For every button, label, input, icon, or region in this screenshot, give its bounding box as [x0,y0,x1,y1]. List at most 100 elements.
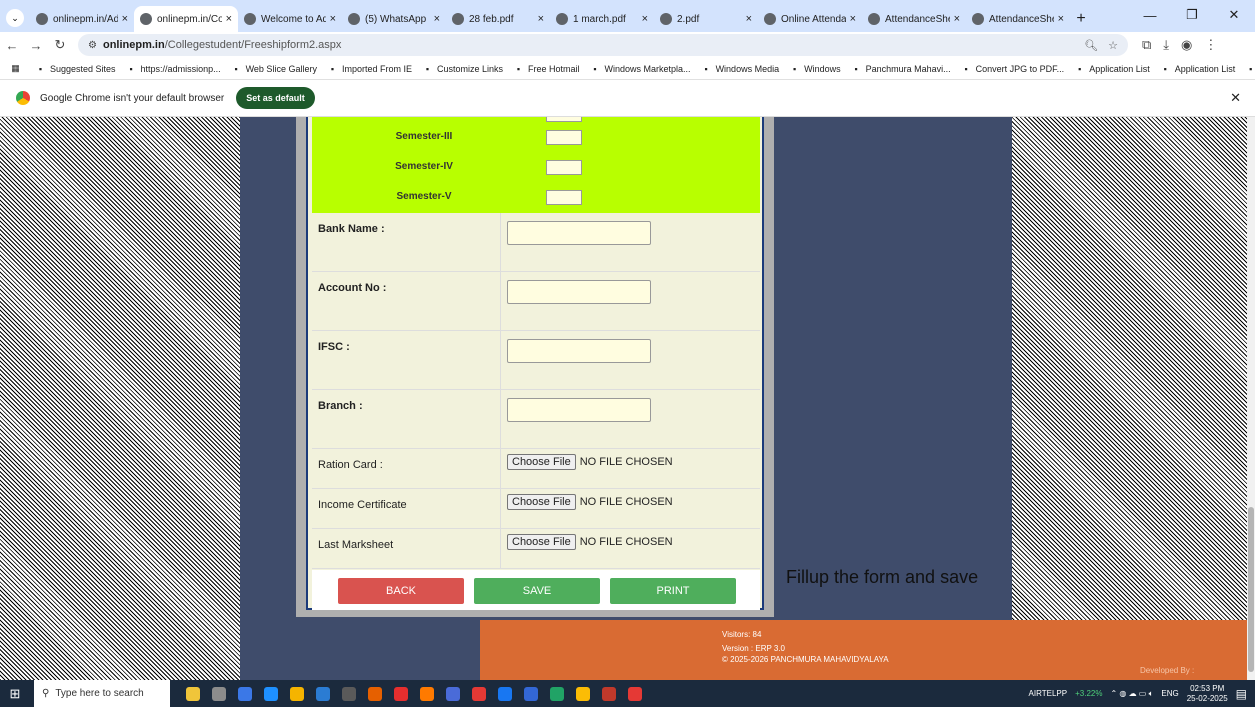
taskbar-app-icon[interactable] [388,680,414,707]
extensions-icon[interactable]: ⧉ [1142,37,1151,53]
windows-start-icon[interactable]: ⊞ [0,680,30,707]
reload-icon[interactable]: ↻ [48,37,72,53]
window-controls: — ❐ ✕ [1129,0,1255,30]
tab-close-icon[interactable]: × [226,13,232,25]
taskbar-app-icon[interactable] [596,680,622,707]
semester-input[interactable] [546,190,582,205]
vertical-scrollbar[interactable] [1247,117,1255,680]
text-input[interactable] [507,339,651,363]
form-row: Account No : [312,272,760,331]
downloads-icon[interactable]: ⤓ [1163,37,1169,53]
taskbar-app-icon[interactable] [362,680,388,707]
bookmark-item[interactable]: ▪ Free Hotmail [513,63,580,74]
tab-favicon-icon [36,13,48,25]
tab-search-icon[interactable]: ⌄ [6,9,24,27]
bookmark-item[interactable]: ▪ Panchmura Mahavi... [851,63,951,74]
back-arrow-icon[interactable]: ← [0,38,24,53]
browser-tab[interactable]: (5) WhatsApp × [342,6,446,32]
minimize-icon[interactable]: — [1129,0,1171,30]
tray-icons[interactable]: ⌃ ◍ ☁ ▭ 🔈︎ [1110,689,1153,699]
taskbar-app-icon[interactable] [440,680,466,707]
zoom-icon[interactable]: 🔍︎ [1084,39,1098,52]
tab-close-icon[interactable]: × [538,13,544,25]
taskbar-app-icon[interactable] [544,680,570,707]
text-input[interactable] [507,280,651,304]
browser-tab[interactable]: 1 march.pdf × [550,6,654,32]
profile-icon[interactable]: ◉ [1181,37,1192,53]
text-input[interactable] [507,221,651,245]
browser-tab[interactable]: AttendanceSheet× [966,6,1070,32]
tab-close-icon[interactable]: × [954,13,960,25]
bookmark-item[interactable]: ▪ Convert JPG to PDF... [961,63,1065,74]
restore-icon[interactable]: ❐ [1171,0,1213,30]
taskbar-app-icon[interactable] [206,680,232,707]
text-input[interactable] [507,398,651,422]
menu-icon[interactable]: ⋮ [1204,37,1217,53]
bookmark-item[interactable]: ▪ Windows [789,63,841,74]
taskbar-search-input[interactable]: ⚲ Type here to search [34,680,170,707]
bookmark-item[interactable]: ▪ Suggested Sites [35,63,116,74]
semester-input[interactable] [546,160,582,175]
tab-close-icon[interactable]: × [1058,13,1064,25]
bookmark-item[interactable]: ▪ Application List [1160,63,1236,74]
taskbar-app-icon[interactable] [336,680,362,707]
tab-close-icon[interactable]: × [746,13,752,25]
semester-label: Semester-V [396,191,452,202]
site-info-icon[interactable]: ⚙ [88,40,97,51]
taskbar-app-icon[interactable] [310,680,336,707]
taskbar-app-icon[interactable] [492,680,518,707]
tab-close-icon[interactable]: × [434,13,440,25]
browser-tab[interactable]: Online Attendanc× [758,6,862,32]
taskbar-app-icon[interactable] [622,680,648,707]
choose-file-button[interactable]: Choose File [507,534,576,550]
choose-file-button[interactable]: Choose File [507,494,576,510]
close-window-icon[interactable]: ✕ [1213,0,1255,30]
browser-tab[interactable]: onlinepm.in/Colle× [134,6,238,32]
bookmark-item[interactable]: ▪ Windows Media [701,63,779,74]
bookmark-item[interactable]: ▪ Windows Marketpla... [590,63,690,74]
bookmark-item[interactable]: ▪ Web Slice Gallery [231,63,316,74]
notification-icon[interactable]: ▤ [1236,687,1247,701]
tab-close-icon[interactable]: × [850,13,856,25]
bookmark-item[interactable]: ▪» [1245,63,1255,74]
semester-input[interactable] [546,130,582,145]
bookmark-icon: ▪ [1078,63,1082,74]
browser-tab[interactable]: Welcome to Adm× [238,6,342,32]
apps-icon[interactable]: ▦ [10,63,25,74]
new-tab-button[interactable]: + [1070,6,1092,32]
bookmark-item[interactable]: ▪ Application List [1074,63,1150,74]
taskbar-app-icon[interactable] [232,680,258,707]
taskbar-app-icon[interactable] [570,680,596,707]
clock[interactable]: 02:53 PM 25-02-2025 [1187,684,1228,704]
browser-tab[interactable]: AttendanceSheet× [862,6,966,32]
tab-favicon-icon [972,13,984,25]
tab-close-icon[interactable]: × [642,13,648,25]
taskbar-app-icon[interactable] [518,680,544,707]
semester-partial-input[interactable] [546,117,582,122]
bookmark-star-icon[interactable]: ☆ [1108,39,1118,52]
language-indicator[interactable]: ENG [1161,689,1178,698]
taskbar-app-icon[interactable] [284,680,310,707]
taskbar-app-icon[interactable] [258,680,284,707]
browser-tab[interactable]: onlinepm.in/Adm× [30,6,134,32]
back-button[interactable]: BACK [338,578,464,604]
scrollbar-thumb[interactable] [1248,507,1254,672]
bookmark-item[interactable]: ▪ https://admissionp... [126,63,220,74]
taskbar-app-icon[interactable] [414,680,440,707]
save-button[interactable]: SAVE [474,578,600,604]
set-as-default-button[interactable]: Set as default [236,87,315,109]
address-bar[interactable]: ⚙ onlinepm.in/Collegestudent/Freeshipfor… [78,34,1128,56]
tab-close-icon[interactable]: × [330,13,336,25]
browser-tab[interactable]: 28 feb.pdf × [446,6,550,32]
print-button[interactable]: PRINT [610,578,736,604]
taskbar-app-icon[interactable] [466,680,492,707]
bookmark-item[interactable]: ▪ Customize Links [422,63,503,74]
bookmark-item[interactable]: ▪ Imported From IE [327,63,412,74]
file-upload-row: Income Certificate Choose File NO FILE CHO… [312,489,760,529]
tab-close-icon[interactable]: × [122,13,128,25]
close-icon[interactable]: ✕ [1230,90,1241,106]
browser-tab[interactable]: 2.pdf × [654,6,758,32]
forward-arrow-icon[interactable]: → [24,38,48,53]
choose-file-button[interactable]: Choose File [507,454,576,470]
taskbar-app-icon[interactable] [180,680,206,707]
